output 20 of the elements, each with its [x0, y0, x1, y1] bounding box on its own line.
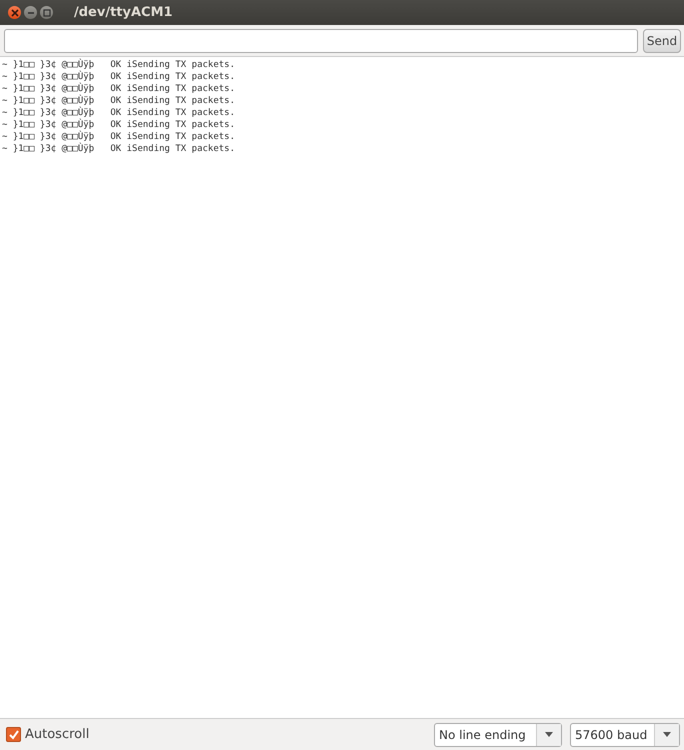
- autoscroll-label: Autoscroll: [25, 727, 90, 742]
- autoscroll-checkbox[interactable]: [6, 727, 21, 742]
- output-line: ~ }1□□ }3¢ @□□Ùÿþ OK iSending TX packets.: [2, 59, 236, 70]
- send-field[interactable]: [4, 29, 638, 53]
- output-line: ~ }1□□ }3¢ @□□Ùÿþ OK iSending TX packets.: [2, 119, 236, 130]
- minimize-icon[interactable]: [24, 6, 37, 19]
- output-line: ~ }1□□ }3¢ @□□Ùÿþ OK iSending TX packets.: [2, 71, 236, 82]
- dropdown-arrow-icon: [663, 732, 671, 737]
- output-line: ~ }1□□ }3¢ @□□Ùÿþ OK iSending TX packets.: [2, 131, 236, 142]
- output-line: ~ }1□□ }3¢ @□□Ùÿþ OK iSending TX packets.: [2, 95, 236, 106]
- baud-rate-dropdown[interactable]: 57600 baud: [570, 722, 680, 746]
- dropdown-arrow-icon: [545, 732, 553, 737]
- maximize-icon[interactable]: [40, 6, 53, 19]
- close-icon[interactable]: [8, 6, 21, 19]
- output-line: ~ }1□□ }3¢ @□□Ùÿþ OK iSending TX packets.: [2, 143, 236, 155]
- line-ending-dropdown[interactable]: No line ending: [434, 722, 562, 746]
- send-button[interactable]: Send: [643, 29, 681, 53]
- output-line: ~ }1□□ }3¢ @□□Ùÿþ OK iSending TX packets.: [2, 83, 236, 94]
- window-title: /dev/ttyACM1: [74, 5, 173, 20]
- output-line: ~ }1□□ }3¢ @□□Ùÿþ OK iSending TX packets.: [2, 107, 236, 118]
